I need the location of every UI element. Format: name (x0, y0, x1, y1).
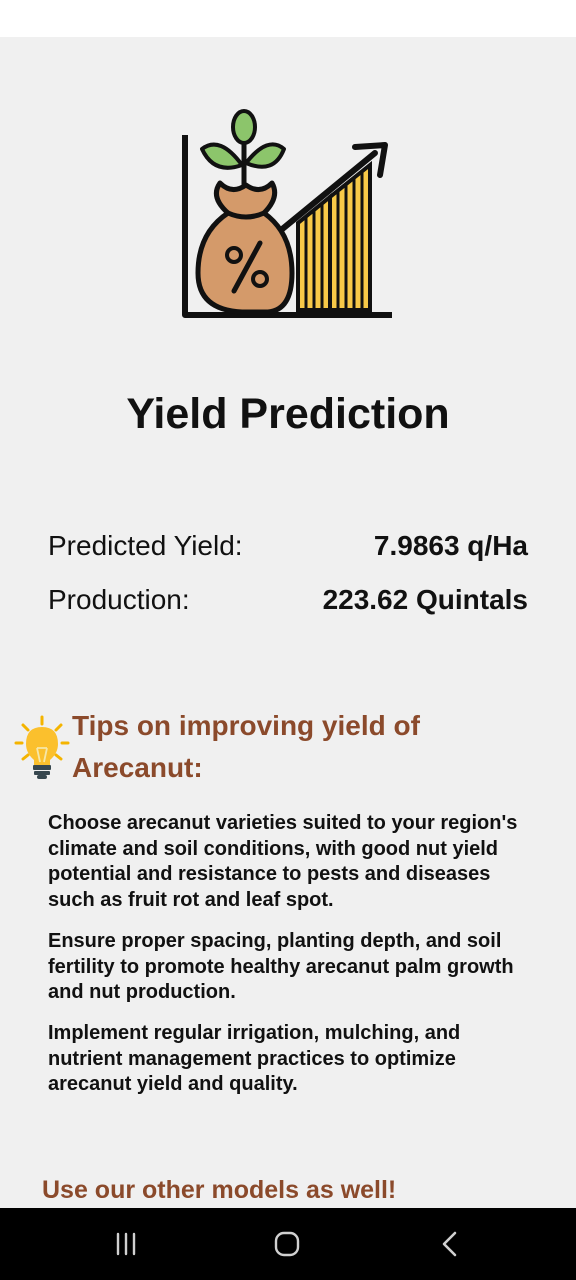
home-button[interactable] (267, 1226, 307, 1262)
production-label: Production: (48, 584, 190, 615)
predicted-yield-value: 7.9863 q/Ha (373, 530, 528, 561)
tips-title-line1: Tips on improving yield of (72, 710, 420, 741)
back-button[interactable] (430, 1226, 470, 1262)
predicted-yield-row: Predicted Yield: 7.9863 q/Ha (48, 526, 528, 566)
page-title: Yield Prediction (126, 390, 450, 438)
predicted-yield-label: Predicted Yield: (48, 530, 243, 561)
other-models-link[interactable]: Use our other models as well! (42, 1176, 542, 1205)
status-bar (0, 0, 576, 37)
tips-title: Tips on improving yield of Arecanut: (72, 705, 512, 789)
tip-item: Ensure proper spacing, planting depth, a… (48, 930, 514, 1003)
recent-apps-icon (116, 1232, 136, 1256)
lightbulb-icon (14, 715, 70, 779)
yield-chart-icon (182, 109, 392, 318)
production-value: 223.62 Quintals (322, 584, 528, 615)
tip-item: Implement regular irrigation, mulching, … (48, 1022, 461, 1095)
production-row: Production: 223.62 Quintals (48, 580, 528, 620)
tip-item: Choose arecanut varieties suited to your… (48, 812, 518, 911)
navigation-bar (0, 1208, 576, 1280)
recent-apps-button[interactable] (106, 1226, 146, 1262)
home-icon (274, 1231, 300, 1257)
tips-title-line2: Arecanut: (72, 752, 203, 783)
back-icon (442, 1231, 457, 1257)
